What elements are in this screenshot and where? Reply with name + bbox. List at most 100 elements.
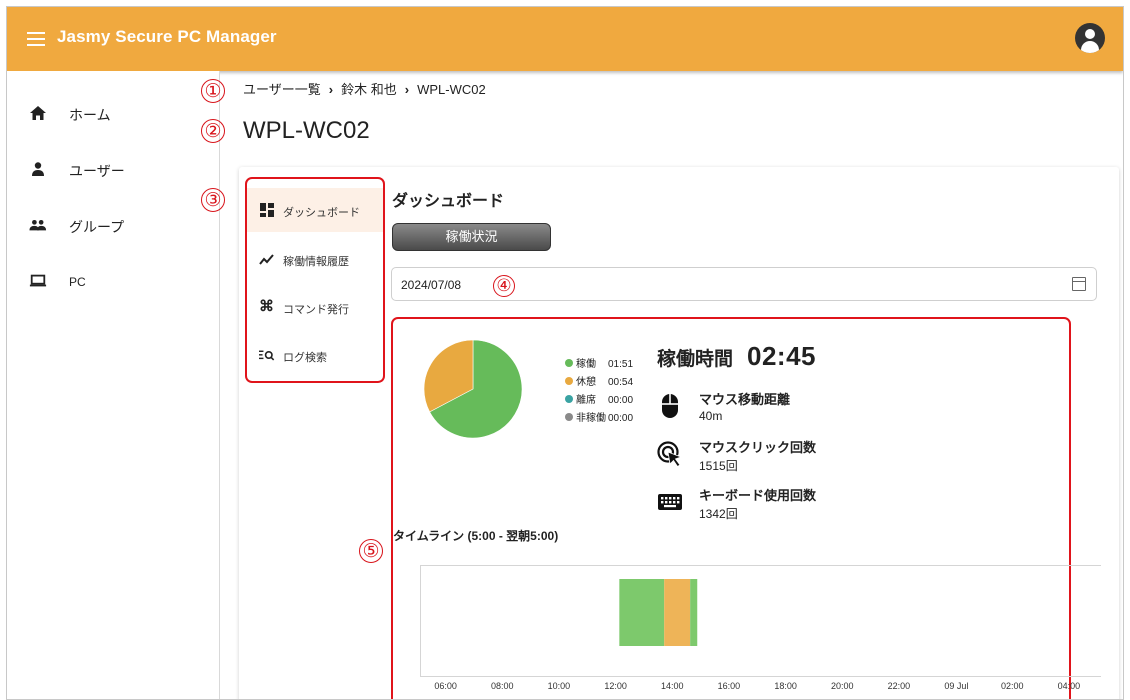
operating-time: 稼働時間 02:45 (657, 341, 816, 372)
timeline-tick-label: 16:00 (717, 681, 741, 691)
pc-icon (29, 274, 47, 287)
subnav-item-log-search[interactable]: ログ検索 (247, 333, 383, 377)
operating-time-label: 稼働時間 (657, 349, 734, 370)
sidebar: ホーム ユーザー グループ PC (7, 71, 220, 699)
timeline-tick-label: 02:00 (1001, 681, 1024, 691)
operation-pie-chart (423, 339, 523, 439)
trend-icon (259, 254, 274, 265)
subnav-item-history[interactable]: 稼働情報履歴 (247, 237, 383, 281)
legend-item: 稼働 01:51 (565, 355, 633, 373)
subnav-label: ログ検索 (283, 352, 327, 364)
legend-item: 離席 00:00 (565, 391, 633, 409)
keyboard-icon (658, 494, 682, 510)
command-icon: ⌘ (259, 298, 274, 315)
sidebar-item-home[interactable]: ホーム (7, 93, 219, 133)
legend-swatch (565, 395, 573, 403)
subnav-item-dashboard[interactable]: ダッシュボード (247, 188, 383, 232)
dashboard-title: ダッシュボード (392, 193, 505, 210)
metric-label: マウスクリック回数 (699, 440, 817, 455)
log-search-icon (259, 350, 275, 361)
timeline-svg (619, 579, 698, 646)
metric-keyboard-usage: キーボード使用回数 1342回 (657, 485, 957, 525)
timeline-tick-label: 08:00 (491, 681, 514, 691)
sidebar-item-label: ユーザー (69, 163, 125, 179)
timeline-tick-label: 09 Jul (944, 681, 969, 691)
legend-swatch (565, 377, 573, 385)
timeline-tick-label: 10:00 (547, 681, 571, 691)
legend-time: 00:54 (608, 377, 634, 388)
metric-mouse-clicks: マウスクリック回数 1515回 (657, 437, 957, 477)
timeline-axis: 06:00 08:00 10:00 12:00 14:00 16:00 18:00 20:00… (393, 681, 1083, 697)
legend-label: 非稼働 (576, 413, 606, 424)
sidebar-item-label: ホーム (69, 107, 111, 123)
sidebar-item-groups[interactable]: グループ (7, 205, 219, 245)
metric-mouse-distance: マウス移動距離 40m (657, 389, 957, 429)
metric-value: 40m (699, 409, 723, 423)
legend-time: 00:00 (608, 413, 634, 424)
annotation-marker-3: ③ (201, 188, 225, 212)
operating-time-value: 02:45 (747, 341, 817, 371)
app-title: Jasmy Secure PC Manager (57, 27, 277, 46)
app-window: Jasmy Secure PC Manager ホーム ユーザー グループ PC… (6, 6, 1124, 700)
metric-value: 1342回 (699, 507, 738, 521)
subnav-item-command[interactable]: ⌘ コマンド発行 (247, 285, 383, 329)
timeline-segment (690, 579, 698, 646)
metric-value: 1515回 (699, 459, 738, 473)
legend-label: 稼働 (576, 359, 596, 370)
subnav-label: コマンド発行 (283, 304, 349, 316)
calendar-icon[interactable] (1072, 277, 1086, 291)
pie-legend: 稼働 01:51 休憩 00:54 離席 00:00 非稼働 00:00 (565, 355, 633, 427)
date-value: 2024/07/08 (401, 278, 462, 292)
annotation-marker-5: ⑤ (359, 539, 383, 563)
content-card: ダッシュボード 稼働情報履歴 ⌘ コマンド発行 ログ検索 ダッシュボード 稼働状… (239, 167, 1119, 699)
legend-time: 01:51 (608, 359, 634, 370)
legend-swatch (565, 413, 573, 421)
timeline-tick-label: 20:00 (831, 681, 854, 691)
click-icon (657, 441, 683, 467)
chevron-right-icon: › (328, 82, 334, 97)
breadcrumb-link-user[interactable]: 鈴木 和也 (341, 82, 397, 97)
legend-time: 00:00 (608, 395, 634, 406)
timeline-tick-label: 12:00 (604, 681, 627, 691)
user-icon (32, 162, 44, 176)
sidebar-item-label: グループ (69, 219, 125, 235)
operating-status-button[interactable]: 稼働状況 (392, 223, 551, 251)
account-avatar-icon[interactable] (1075, 23, 1105, 53)
breadcrumb: ユーザー一覧 › 鈴木 和也 › WPL-WC02 (243, 79, 486, 98)
subnav-label: 稼働情報履歴 (283, 256, 349, 268)
dashboard-icon (260, 203, 274, 217)
timeline-tick-label: 06:00 (434, 681, 457, 691)
timeline-tick-label: 18:00 (774, 681, 797, 691)
timeline-plot (420, 565, 1101, 677)
mouse-icon (662, 394, 678, 418)
timeline-tick-label: 14:00 (661, 681, 684, 691)
menu-icon[interactable] (27, 29, 45, 49)
timeline-segment (619, 579, 665, 646)
subnav-label: ダッシュボード (283, 207, 360, 219)
annotation-marker-2: ② (201, 119, 225, 143)
legend-item: 非稼働 00:00 (565, 409, 633, 427)
breadcrumb-current: WPL-WC02 (417, 82, 486, 97)
page-title: WPL-WC02 (243, 117, 370, 144)
app-bar: Jasmy Secure PC Manager (7, 7, 1123, 71)
legend-label: 休憩 (576, 377, 596, 388)
legend-label: 離席 (576, 395, 596, 406)
legend-item: 休憩 00:54 (565, 373, 633, 391)
timeline-title: タイムライン (5:00 - 翌朝5:00) (393, 529, 559, 543)
sub-navigation: ダッシュボード 稼働情報履歴 ⌘ コマンド発行 ログ検索 (245, 177, 385, 383)
sidebar-item-users[interactable]: ユーザー (7, 149, 219, 189)
legend-swatch (565, 359, 573, 367)
group-icon (29, 219, 47, 231)
annotation-marker-1: ① (201, 79, 225, 103)
annotation-marker-4: ④ (493, 275, 515, 297)
chevron-right-icon: › (404, 82, 410, 97)
metric-label: マウス移動距離 (699, 392, 791, 407)
sidebar-item-label: PC (69, 275, 86, 289)
breadcrumb-link-user-list[interactable]: ユーザー一覧 (243, 82, 321, 97)
dashboard-details: 稼働 01:51 休憩 00:54 離席 00:00 非稼働 00:00 稼働時間 02:45 … (391, 317, 1101, 699)
sidebar-item-pc[interactable]: PC (7, 261, 219, 301)
timeline-tick-label: 04:00 (1057, 681, 1081, 691)
timeline-segment (664, 579, 691, 646)
timeline-tick-label: 22:00 (887, 681, 911, 691)
metric-label: キーボード使用回数 (699, 488, 817, 503)
